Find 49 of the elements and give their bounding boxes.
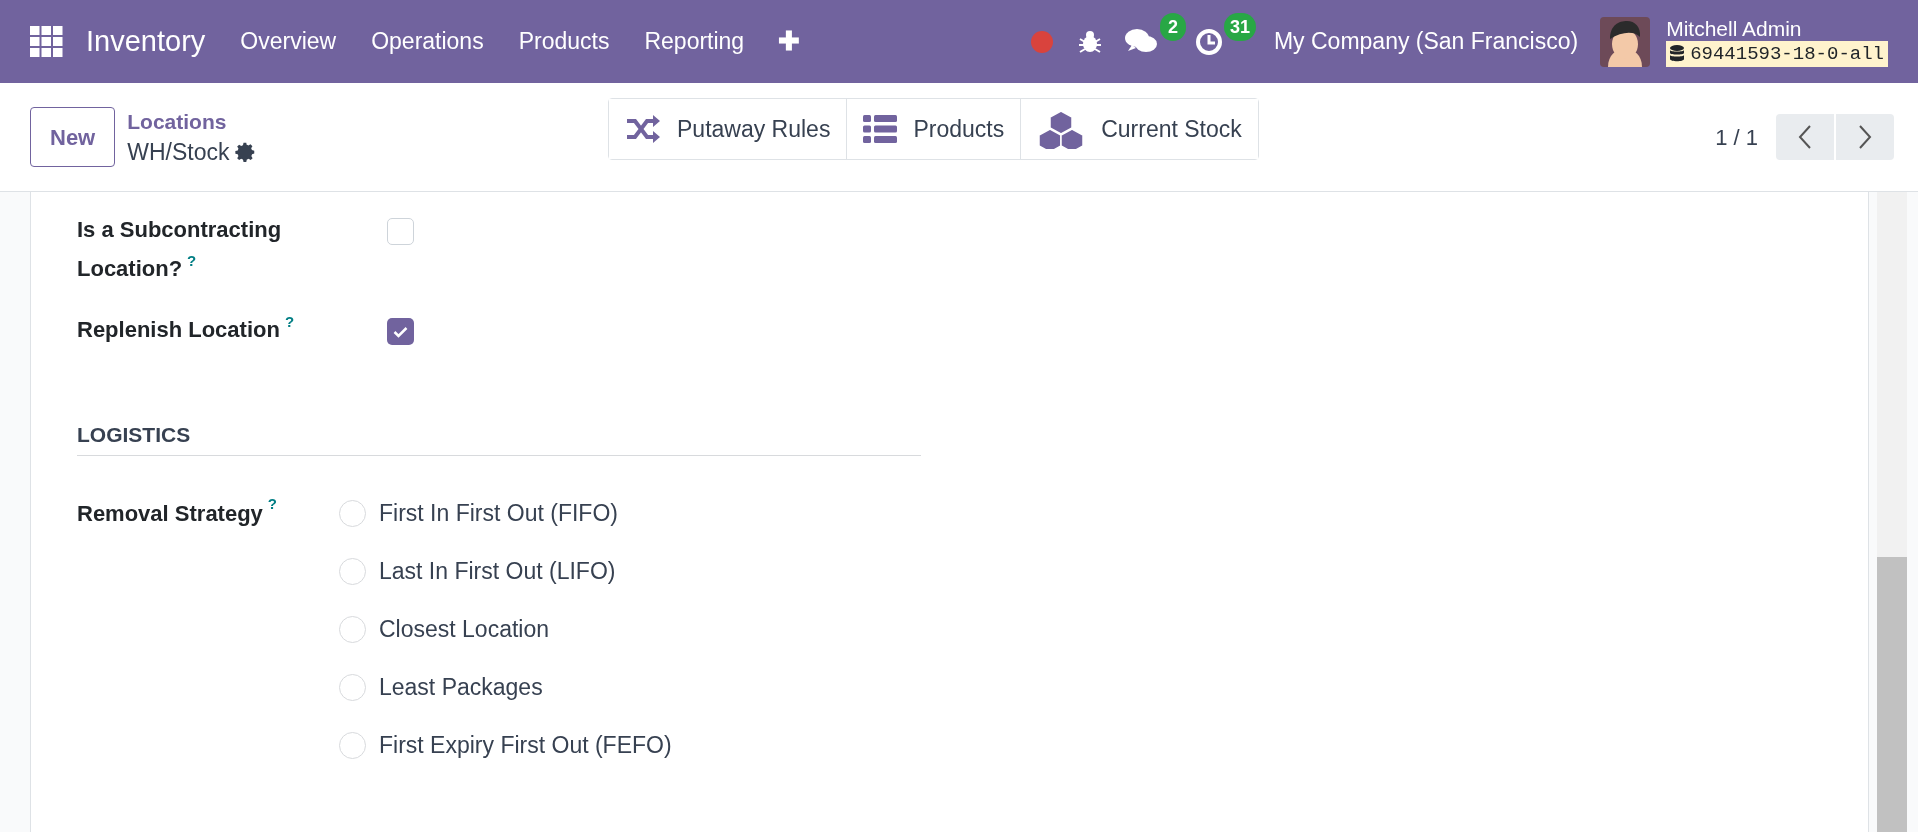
database-tag: 69441593-18-0-all <box>1666 40 1888 67</box>
radio-option[interactable]: First In First Out (FIFO) <box>339 493 672 533</box>
help-tooltip-icon[interactable]: ? <box>187 251 197 271</box>
checkbox[interactable] <box>387 318 414 345</box>
cubes-icon <box>1037 109 1086 149</box>
radio-button[interactable] <box>339 499 366 527</box>
record-name: WH/Stock <box>127 138 230 167</box>
radio-option[interactable]: Least Packages <box>339 667 672 707</box>
new-button[interactable]: New <box>30 107 116 167</box>
bug-icon[interactable] <box>1077 29 1102 54</box>
previous-button[interactable] <box>1776 114 1834 160</box>
plus-icon[interactable]: ✚ <box>778 22 801 61</box>
radio-option[interactable]: Closest Location <box>339 609 672 649</box>
radio-button[interactable] <box>339 731 366 759</box>
activities-count-badge: 31 <box>1223 12 1256 41</box>
avatar[interactable] <box>1600 16 1651 67</box>
section-heading: LOGISTICS <box>77 423 191 446</box>
radio-option[interactable]: First Expiry First Out (FEFO) <box>339 725 672 765</box>
database-icon <box>1670 45 1685 62</box>
radio-button[interactable] <box>339 557 366 585</box>
smart-button[interactable]: Current Stock <box>1020 99 1258 159</box>
radio-button[interactable] <box>339 673 366 701</box>
app-name[interactable]: Inventory <box>86 19 206 64</box>
clock-icon[interactable] <box>1193 26 1224 57</box>
chevron-right-icon <box>1858 124 1872 150</box>
pager-value: 1 / 1 <box>1715 123 1758 152</box>
company-name[interactable]: My Company (San Francisco) <box>1273 24 1579 59</box>
field-label: Location? <box>77 255 183 283</box>
field-label: Is a Subcontracting <box>77 216 282 244</box>
shuffle-icon <box>625 114 661 144</box>
field-label: Replenish Location <box>77 316 280 344</box>
list-icon <box>863 115 898 143</box>
help-tooltip-icon[interactable]: ? <box>267 494 278 512</box>
menu-item[interactable]: Overview <box>240 24 337 59</box>
next-button[interactable] <box>1836 114 1894 160</box>
checkbox[interactable] <box>387 218 414 245</box>
breadcrumb-link[interactable]: Locations <box>127 107 258 137</box>
menu-item[interactable]: Operations <box>371 24 484 59</box>
messages-count-badge: 2 <box>1159 12 1186 41</box>
menu-item[interactable]: Products <box>518 24 610 59</box>
app-grid-icon[interactable] <box>30 25 64 58</box>
field-label: Removal Strategy <box>77 500 263 526</box>
user-name[interactable]: Mitchell Admin <box>1666 16 1888 41</box>
menu-item[interactable]: Reporting <box>644 24 745 59</box>
chevron-left-icon <box>1798 124 1812 150</box>
help-tooltip-icon[interactable]: ? <box>284 312 295 332</box>
checkmark-icon <box>393 325 408 338</box>
radio-option[interactable]: Last In First Out (LIFO) <box>339 551 672 591</box>
radio-button[interactable] <box>339 615 366 643</box>
